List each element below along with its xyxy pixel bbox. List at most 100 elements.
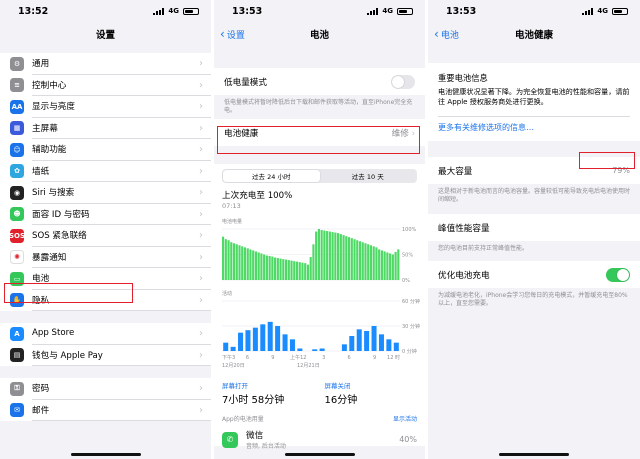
level-bar: [304, 263, 307, 280]
home-indicator: [499, 453, 569, 456]
app-percent: 40%: [399, 435, 417, 444]
chevron-right-icon: ›: [199, 58, 203, 70]
activity-bar: [267, 321, 273, 351]
accessibility-icon: ☺: [10, 142, 24, 157]
level-bar: [230, 242, 233, 280]
settings-item[interactable]: ▤ 钱包与 Apple Pay ›: [0, 345, 211, 366]
settings-group-accounts: ⚿ 密码 › ✉ 邮件 ›: [0, 378, 211, 421]
nav-bar: ‹ 电池 电池健康: [428, 22, 640, 46]
level-bar: [347, 237, 351, 280]
level-bar: [378, 249, 381, 280]
level-bar: [298, 262, 301, 280]
level-bar: [306, 264, 310, 280]
screen-off-value: 16分钟: [324, 395, 358, 406]
battery-health-value: 维修: [391, 128, 409, 139]
y-tick-label: 50%: [402, 253, 413, 259]
app-name: 微信: [246, 431, 264, 441]
settings-item[interactable]: ✺ 暴露通知 ›: [0, 247, 211, 268]
level-bar: [312, 244, 315, 280]
notice-title: 重要电池信息: [438, 73, 488, 83]
optimized-charging-toggle[interactable]: [606, 267, 630, 282]
level-bar: [328, 231, 331, 280]
status-time: 13:53: [446, 5, 477, 17]
settings-item[interactable]: ▭ 电池 ›: [0, 268, 211, 290]
level-bar: [271, 256, 274, 280]
battery-health-label: 电池健康: [224, 128, 259, 139]
x-tick-label: 上午12: [290, 354, 306, 361]
settings-item-label: 暴露通知: [32, 247, 211, 268]
chevron-right-icon: ›: [199, 144, 203, 156]
settings-item[interactable]: ▦ 主屏幕 ›: [0, 118, 211, 139]
activity-bar: [252, 327, 258, 351]
signal-icon: [582, 7, 594, 15]
settings-item[interactable]: A App Store ›: [0, 323, 211, 345]
settings-item[interactable]: ◉ Siri 与搜索 ›: [0, 182, 211, 204]
level-bar: [331, 232, 334, 280]
peak-performance-row: 峰值性能容量: [428, 214, 640, 242]
chevron-right-icon: ›: [199, 294, 203, 306]
status-bar: 13:53 4G: [428, 0, 640, 22]
settings-item-label: 显示与亮度: [32, 96, 211, 118]
tab-10d[interactable]: 过去 10 天: [320, 170, 417, 182]
low-power-description: 低电量模式将暂时降低后台下载和邮件获取等活动，直至iPhone完全充电。: [224, 99, 413, 115]
app-usage-label: App的电池用量: [222, 416, 264, 423]
level-bar: [380, 250, 383, 280]
level-bar: [320, 230, 323, 280]
settings-item[interactable]: ☻ 面容 ID 与密码 ›: [0, 204, 211, 225]
activity-bar: [393, 342, 399, 351]
settings-panel: 13:52 4G 设置 ⚙ 通用 › ≡ 控制中心 › AA 显示与亮度 › ▦ 主屏幕 › ☺ 辅助功能…: [0, 0, 211, 459]
screen-on-value: 7小时 58分钟: [222, 395, 285, 406]
activity-bar: [275, 326, 281, 351]
status-bar: 13:53 4G: [214, 0, 425, 22]
gear-icon: ⚙: [10, 56, 24, 71]
app-usage-row[interactable]: ✆ 微信 音频, 后台活动 40%: [214, 423, 425, 450]
show-activity-link[interactable]: 显示活动: [393, 414, 417, 423]
activity-bar: [223, 342, 229, 351]
settings-item[interactable]: ☺ 辅助功能 ›: [0, 139, 211, 161]
settings-item-label: 邮件: [32, 400, 211, 421]
repair-options-link[interactable]: 更多有关维修选项的信息…: [438, 122, 630, 133]
display-icon: AA: [10, 99, 24, 114]
page-title: 设置: [95, 30, 115, 41]
time-range-segment: 过去 24 小时 过去 10 天: [222, 169, 417, 183]
status-time: 13:53: [232, 5, 263, 17]
battery-level-title: 电池电量: [222, 219, 243, 225]
level-bar: [337, 233, 340, 280]
level-bar: [339, 234, 342, 280]
settings-item[interactable]: AA 显示与亮度 ›: [0, 96, 211, 118]
settings-item[interactable]: SOS SOS 紧急联络 ›: [0, 225, 211, 247]
settings-item[interactable]: ⚙ 通用 ›: [0, 53, 211, 75]
settings-item[interactable]: ⚿ 密码 ›: [0, 378, 211, 400]
x-tick-label: 12 时: [387, 354, 400, 361]
activity-bar: [238, 332, 244, 351]
chevron-right-icon: ›: [199, 404, 203, 416]
signal-icon: [153, 7, 165, 15]
notice-body: 电池健康状况显著下降。为完全恢复电池的性能和容量，请前往 Apple 授权服务商…: [438, 87, 630, 107]
peak-performance-description: 您的电池目前支持正常峰值性能。: [438, 245, 529, 253]
back-button[interactable]: ‹ 设置: [220, 22, 245, 46]
back-button[interactable]: ‹ 电池: [434, 22, 459, 46]
tab-24h[interactable]: 过去 24 小时: [223, 170, 320, 182]
activity-bar: [260, 324, 266, 351]
activity-bar: [319, 348, 325, 351]
settings-item[interactable]: ✋ 隐私 ›: [0, 290, 211, 311]
y-tick-label: 30 分钟: [402, 323, 420, 330]
activity-title: 活动: [222, 291, 233, 297]
battery-usage-card: 过去 24 小时 过去 10 天 上次充电至 100% 07:13 电池电量 1…: [214, 164, 425, 450]
battery-health-row[interactable]: 电池健康 维修 ›: [214, 119, 425, 146]
level-bar: [282, 259, 285, 280]
network-label: 4G: [168, 7, 179, 15]
screen-off-label: 屏幕关闭: [324, 382, 351, 390]
level-bar: [345, 236, 348, 280]
battery-level-chart: 100% 50% 0%: [222, 227, 417, 284]
level-bar: [241, 246, 244, 280]
chevron-right-icon: ›: [199, 273, 203, 285]
max-capacity-row: 最大容量 79%: [428, 157, 640, 185]
level-bar: [232, 243, 236, 280]
settings-item[interactable]: ✉ 邮件 ›: [0, 400, 211, 421]
settings-group-main: ⚙ 通用 › ≡ 控制中心 › AA 显示与亮度 › ▦ 主屏幕 › ☺ 辅助功能 › ✿ 墙纸 › ◉ Siri 与…: [0, 53, 211, 311]
activity-bar: [230, 346, 236, 351]
settings-item[interactable]: ≡ 控制中心 ›: [0, 75, 211, 96]
low-power-toggle[interactable]: [391, 74, 415, 89]
settings-item[interactable]: ✿ 墙纸 ›: [0, 161, 211, 182]
